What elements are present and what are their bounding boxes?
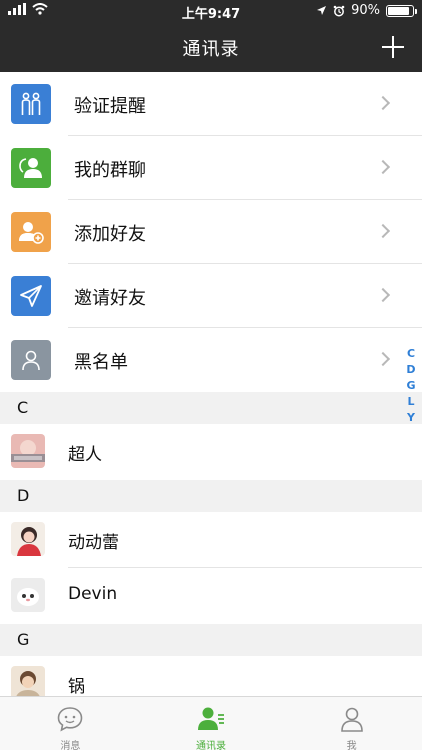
- tab-label: 我: [346, 741, 357, 750]
- index-letter[interactable]: C: [407, 346, 415, 362]
- function-label: 黑名单: [74, 352, 128, 373]
- tab-label: 消息: [60, 741, 81, 750]
- add-friend-icon: [11, 212, 51, 252]
- paper-plane-icon: [11, 276, 51, 316]
- avatar: [11, 522, 45, 556]
- tab-messages[interactable]: 消息: [0, 697, 141, 750]
- contact-name: 动动蕾: [68, 533, 119, 553]
- location-arrow-icon: [317, 6, 327, 15]
- avatar: [11, 666, 45, 696]
- nav-bar: 通讯录: [0, 22, 422, 72]
- person-outline-icon: [11, 340, 51, 380]
- function-item-blacklist[interactable]: 黑名单: [0, 328, 422, 392]
- contacts-icon: [198, 707, 224, 730]
- tab-label: 通讯录: [196, 741, 226, 750]
- chevron-right-icon: [375, 287, 391, 303]
- people-pair-icon: [11, 84, 51, 124]
- battery-percent: 90%: [351, 3, 380, 18]
- function-label: 我的群聊: [74, 160, 146, 181]
- contacts-list[interactable]: 验证提醒 我的群聊 添加好友 邀请好友 黑名单 C 超人 D 动动蕾 Devin…: [0, 72, 422, 696]
- chevron-right-icon: [375, 351, 391, 367]
- tab-bar: 消息 通讯录 我: [0, 696, 422, 750]
- function-item-add-friend[interactable]: 添加好友: [0, 200, 422, 264]
- contact-item[interactable]: 超人: [0, 424, 422, 480]
- person-icon: [340, 707, 363, 732]
- function-item-invite-friend[interactable]: 邀请好友: [0, 264, 422, 328]
- contact-name: Devin: [68, 584, 118, 604]
- avatar: [11, 434, 45, 468]
- section-header-c: C: [0, 392, 422, 424]
- section-header-d: D: [0, 480, 422, 512]
- function-label: 邀请好友: [74, 288, 146, 309]
- function-label: 添加好友: [74, 224, 146, 245]
- tab-me[interactable]: 我: [281, 697, 422, 750]
- status-right: 90%: [316, 3, 417, 18]
- function-label: 验证提醒: [74, 96, 146, 117]
- contact-name: 超人: [68, 445, 102, 465]
- chat-bubble-icon: [58, 707, 83, 732]
- battery-fill: [388, 6, 410, 15]
- avatar: [11, 578, 45, 612]
- function-item-group-chat[interactable]: 我的群聊: [0, 136, 422, 200]
- alarm-clock-icon: [333, 5, 345, 16]
- plus-icon[interactable]: [380, 34, 406, 60]
- status-bar: 上午9:47 90%: [0, 0, 422, 22]
- chevron-right-icon: [375, 159, 391, 175]
- group-chat-icon: [11, 148, 51, 188]
- contact-item[interactable]: 锅: [0, 656, 422, 696]
- contact-item[interactable]: 动动蕾: [0, 512, 422, 568]
- section-header-g: G: [0, 624, 422, 656]
- alphabet-index[interactable]: C D G L Y: [404, 346, 418, 426]
- page-title: 通讯录: [182, 39, 240, 60]
- index-letter[interactable]: D: [406, 362, 415, 378]
- index-letter[interactable]: L: [407, 394, 414, 410]
- index-letter[interactable]: Y: [407, 410, 415, 426]
- battery-icon: [386, 4, 417, 17]
- index-letter[interactable]: G: [406, 378, 415, 394]
- function-item-verify[interactable]: 验证提醒: [0, 72, 422, 136]
- tab-contacts[interactable]: 通讯录: [141, 697, 282, 750]
- chevron-right-icon: [375, 223, 391, 239]
- contact-name: 锅: [68, 677, 85, 696]
- chevron-right-icon: [375, 95, 391, 111]
- contact-item[interactable]: Devin: [0, 568, 422, 624]
